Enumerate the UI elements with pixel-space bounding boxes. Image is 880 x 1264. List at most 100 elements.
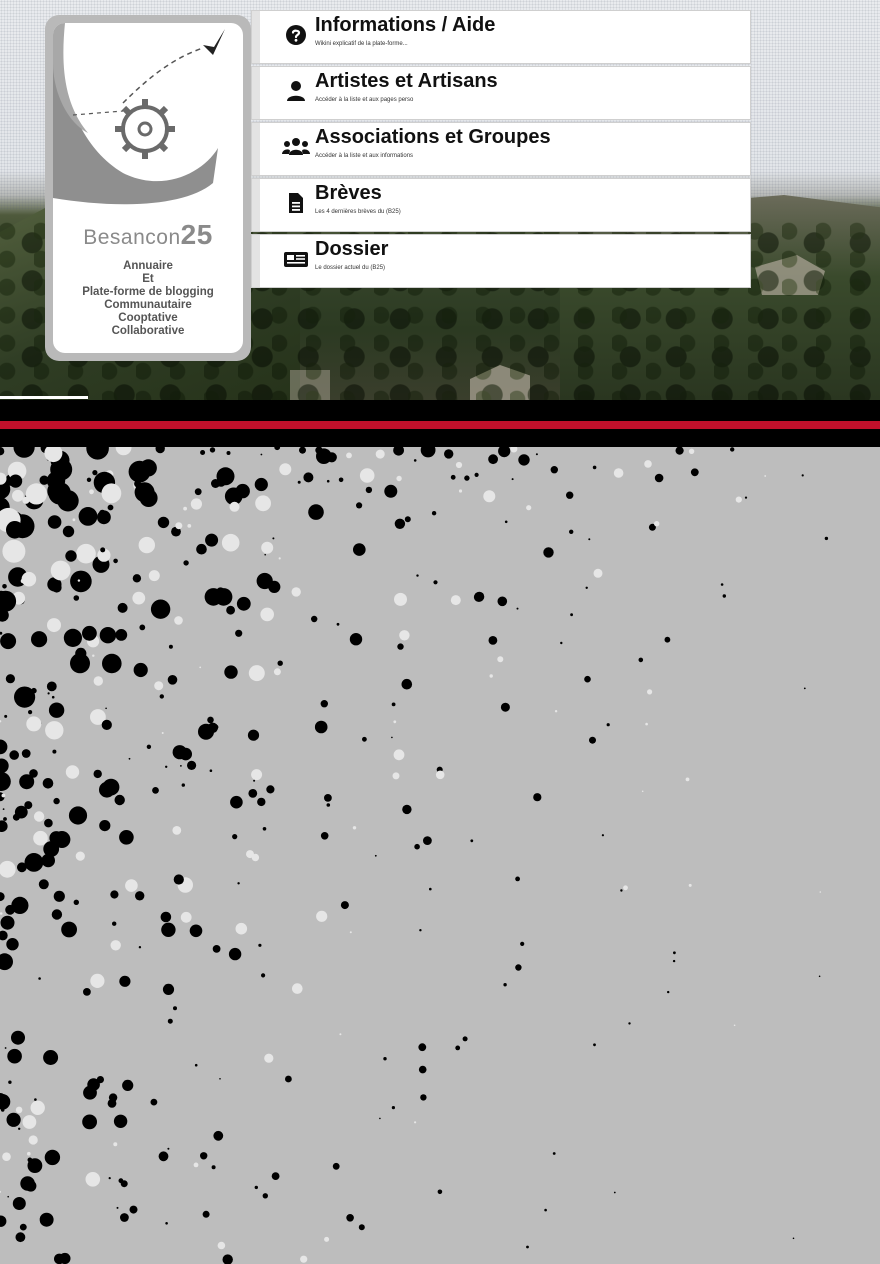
ink-spot [138,946,142,949]
ink-spot [125,879,138,892]
ink-spot [4,714,8,718]
ink-spot [86,477,92,482]
ink-spot [21,571,37,587]
ink-spot [416,574,419,577]
ink-spot [0,1108,5,1112]
ink-spot [0,915,15,930]
ink-spot [93,769,102,779]
ink-spot [134,482,155,503]
ink-spot [181,783,185,787]
ink-spot [159,694,164,699]
ink-spot [28,1135,38,1145]
ink-spot [673,951,676,955]
separator-bar-top [0,400,880,421]
menu-item-title[interactable]: Artistes et Artisans [315,70,498,93]
ink-spot [420,447,436,458]
ink-spot [431,511,437,516]
ink-spot [399,630,410,641]
menu-item-title[interactable]: Dossier [315,238,388,261]
ink-spot [99,627,117,644]
ink-spot [255,495,271,512]
ink-spot [38,977,41,980]
ink-spot [613,468,624,478]
ink-spot [11,1030,25,1045]
ink-spot [733,1024,736,1027]
ink-spot [685,777,690,782]
ink-spot [235,483,250,499]
logo-card[interactable]: Besancon25 Annuaire Et Plate-forme de bl… [45,15,251,361]
ink-spot [418,1065,427,1074]
ink-spot [299,447,306,454]
ink-spot [498,447,511,458]
logo-line: Plate-forme de blogging [82,286,214,298]
ink-spot [105,707,107,710]
menu-item-breves[interactable]: Brèves Les 4 dernières brèves du (B25) [251,178,751,232]
ink-spot [129,1205,138,1214]
ink-spot [688,883,692,887]
ink-spot [160,911,172,923]
ink-spot [48,702,65,718]
ink-spot [365,486,373,494]
ink-spot [518,454,530,466]
ink-spot [297,480,301,484]
ink-spot [26,716,42,732]
ink-spot [2,1152,11,1161]
menu-item-associations[interactable]: Associations et Groupes Accéder à la lis… [251,122,751,176]
ink-spot [51,582,62,593]
ink-spot [396,475,402,482]
menu-item-title[interactable]: Brèves [315,182,382,205]
ink-spot [212,945,221,953]
menu-item-dossier[interactable]: Dossier Le dossier actuel du (B25) [251,234,751,288]
ink-spot [690,468,699,477]
ink-spot [174,616,183,625]
menu-item-informations[interactable]: Informations / Aide Wikini explicatif de… [251,10,751,64]
ink-spot [0,1190,1,1193]
ink-spot [515,876,520,882]
ink-spot [483,490,496,503]
ink-spot [320,832,329,840]
ink-spot [0,892,5,902]
ink-spot [248,789,258,798]
menu-item-title[interactable]: Informations / Aide [315,14,495,37]
ink-spot [194,488,202,496]
ink-spot [458,489,463,493]
menu-item-artistes[interactable]: Artistes et Artisans Accéder à la liste … [251,66,751,120]
ink-spot [393,720,397,724]
ink-spot [260,453,263,456]
ink-spot [24,1178,27,1181]
ink-spot [0,631,3,635]
ink-spot [173,874,184,885]
ink-spot [93,676,104,686]
ink-spot [474,591,485,602]
ink-spot [420,1094,427,1101]
ink-spot [54,1253,65,1264]
ink-spot [18,1127,21,1130]
ink-spot [393,749,405,761]
ink-spot [68,806,88,825]
ink-spot [202,1210,210,1218]
ink-spot [194,1063,198,1067]
ink-spot [247,729,260,741]
ink-spot [85,1172,101,1187]
ink-spot [33,830,48,846]
ink-spot [332,1162,340,1170]
ink-spot [101,719,112,730]
ink-spot [384,484,398,498]
ink-spot [511,478,514,481]
ink-spot [688,448,695,454]
ink-spot [264,553,267,556]
ink-spot [792,1237,795,1240]
ink-spot [135,891,145,901]
ink-spot [413,459,417,462]
ink-spot [9,474,23,488]
ink-spot [450,595,461,606]
menu-item-subtitle: Accéder à la liste et aux pages perso [315,97,414,103]
ink-spot [179,747,192,761]
ink-spot [132,574,142,583]
ink-spot [258,943,262,947]
ink-spot [560,641,563,645]
ink-spot [224,665,238,679]
menu-item-title[interactable]: Associations et Groupes [315,126,551,149]
ink-spot [47,515,62,529]
ink-spot [96,1076,104,1084]
